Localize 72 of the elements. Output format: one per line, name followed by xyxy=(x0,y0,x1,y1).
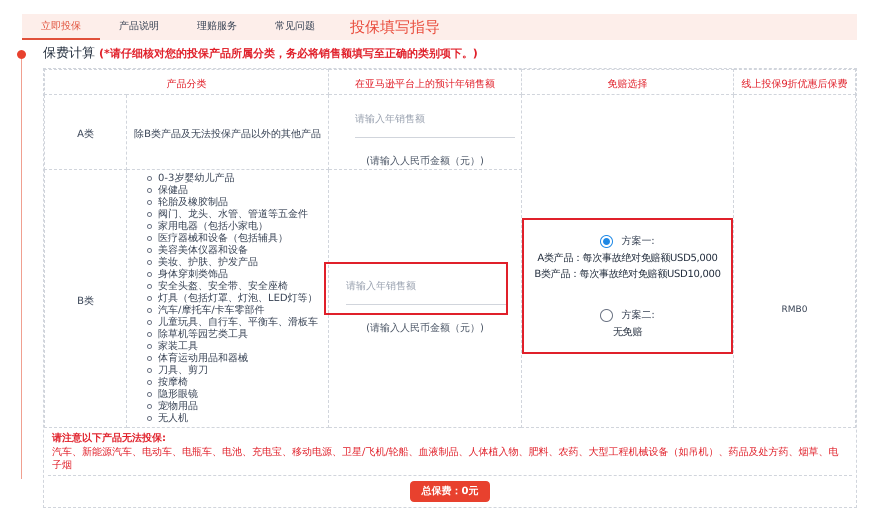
bullet-icon xyxy=(147,236,152,241)
currency-hint: (请输入人民币金额（元）) xyxy=(366,154,484,169)
sales-input[interactable]: 请输入年销售额 xyxy=(346,278,506,294)
product-item: 除草机等园艺类工具 xyxy=(158,328,248,340)
product-item: 灯具（包括灯罩、灯泡、LED灯等） xyxy=(158,292,318,304)
option-detail: A类产品：每次事故绝对免赔额USD5,000 xyxy=(537,252,718,264)
bullet-icon xyxy=(147,296,152,301)
product-item: 无人机 xyxy=(158,412,188,424)
bullet-icon xyxy=(147,200,152,205)
product-item: 家装工具 xyxy=(158,340,198,352)
bullet-icon xyxy=(147,368,152,373)
bullet-icon xyxy=(147,344,152,349)
bullet-icon xyxy=(147,260,152,265)
category-label: A类 xyxy=(77,129,94,140)
product-item: 保健品 xyxy=(158,184,188,196)
option-label: 方案一: xyxy=(621,234,655,248)
product-item: 美容美体仪器和设备 xyxy=(158,244,248,256)
exclusions-list: 汽车、新能源汽车、电动车、电瓶车、电池、充电宝、移动电源、卫星/飞机/轮船、血液制品、人体植入物、肥料、农药、大型工程机械设备（如吊机）、药品及处方药、烟草、电子烟 xyxy=(52,446,848,472)
total-premium-button[interactable]: 总保费：0元 xyxy=(410,481,490,502)
product-item: 0-3岁婴幼儿产品 xyxy=(158,172,234,184)
bullet-icon xyxy=(147,248,152,253)
bullet-icon xyxy=(147,188,152,193)
column-header: 产品分类 xyxy=(166,79,206,90)
option-label: 方案二: xyxy=(621,308,655,322)
product-description: 除B类产品及无法投保产品以外的其他产品 xyxy=(134,129,321,140)
bullet-icon xyxy=(147,308,152,313)
product-item: 家用电器（包括小家电） xyxy=(158,220,268,232)
category-label: B类 xyxy=(77,296,94,306)
premium-amount: RMB0 xyxy=(782,304,808,316)
sales-field[interactable]: 请输入年销售额 xyxy=(346,272,506,304)
product-item: 体育运动用品和器械 xyxy=(158,352,248,364)
option-detail: 无免赔 xyxy=(612,326,642,338)
bullet-icon xyxy=(147,212,152,217)
product-item: 医疗器械和设备（包括辅具） xyxy=(158,232,288,244)
bullet-icon xyxy=(147,380,152,385)
bullet-icon xyxy=(147,416,152,421)
bullet-icon xyxy=(147,320,152,325)
bullet-icon xyxy=(147,332,152,337)
bullet-icon xyxy=(147,224,152,229)
tab[interactable]: 产品说明 xyxy=(100,14,178,40)
bullet-icon xyxy=(147,284,152,289)
bullet-icon xyxy=(147,272,152,277)
exclusions-title: 请注意以下产品无法投保: xyxy=(52,431,167,446)
product-item: 美妆、护肤、护发产品 xyxy=(158,256,258,268)
product-item: 身体穿刺类饰品 xyxy=(158,268,228,280)
product-item: 儿童玩具、自行车、平衡车、滑板车 xyxy=(158,316,318,328)
product-item: 刀具、剪刀 xyxy=(158,364,208,376)
currency-hint: (请输入人民币金额（元）) xyxy=(366,322,484,336)
bullet-icon xyxy=(147,392,152,397)
product-item: 隐形眼镜 xyxy=(158,388,198,400)
product-item: 按摩椅 xyxy=(158,376,188,388)
sales-field[interactable]: 请输入年销售额 xyxy=(355,105,515,138)
column-header: 在亚马逊平台上的预计年销售额 xyxy=(355,79,495,90)
tab[interactable]: 理赔服务 xyxy=(178,14,256,40)
radio-button[interactable] xyxy=(600,308,614,322)
section-title: 保费计算 xyxy=(43,45,95,64)
column-header: 免赔选择 xyxy=(608,79,648,90)
option-detail: B类产品：每次事故绝对免赔额USD10,000 xyxy=(534,268,721,280)
bullet-icon xyxy=(147,176,152,181)
bullet-icon xyxy=(147,404,152,409)
product-item: 安全头盔、安全带、安全座椅 xyxy=(158,280,288,292)
product-item: 阀门、龙头、水管、管道等五金件 xyxy=(158,208,308,220)
section-notice: (*请仔细核对您的投保产品所属分类，务必将销售额填写至正确的类别项下。) xyxy=(99,46,478,62)
tab[interactable]: 常见问题 xyxy=(256,14,334,40)
guide-title: 投保填写指导 xyxy=(350,16,440,38)
column-header: 线上投保9折优惠后保费 xyxy=(741,79,848,90)
product-item: 汽车/摩托车/卡车零部件 xyxy=(158,304,265,316)
product-item: 宠物用品 xyxy=(158,400,198,412)
radio-button[interactable] xyxy=(600,234,614,248)
bullet-icon xyxy=(147,356,152,361)
sales-input[interactable]: 请输入年销售额 xyxy=(355,112,515,127)
product-item: 轮胎及橡胶制品 xyxy=(158,196,228,208)
